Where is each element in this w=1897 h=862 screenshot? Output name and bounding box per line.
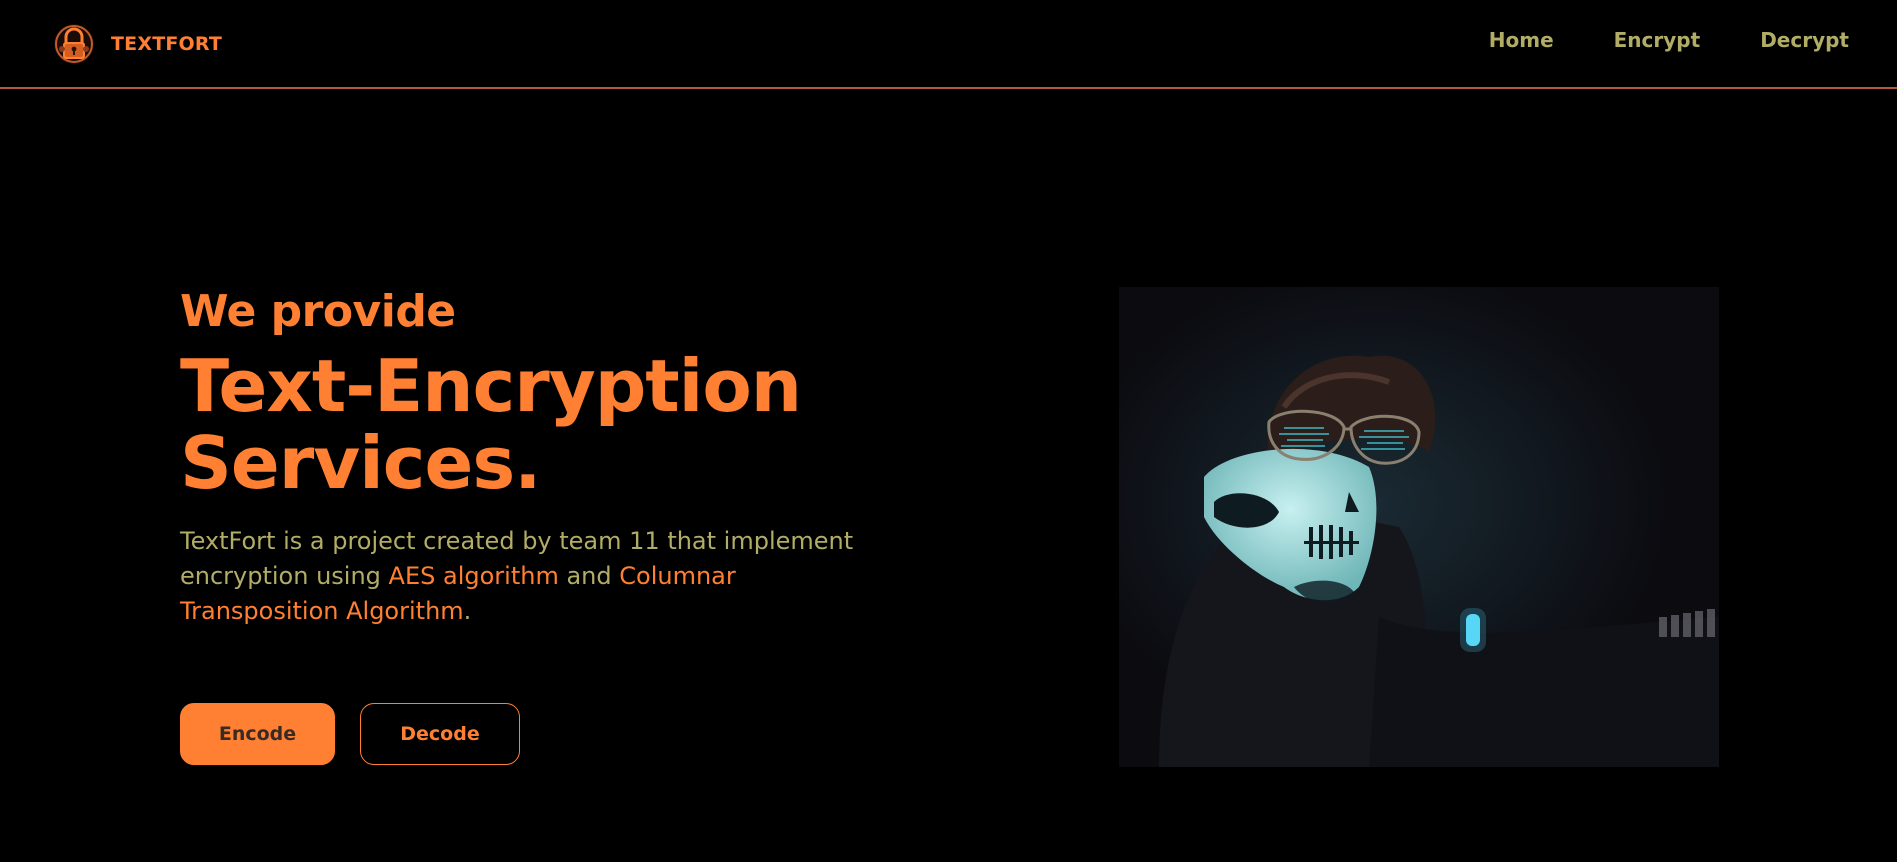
encode-button[interactable]: Encode bbox=[180, 703, 335, 765]
nav-encrypt[interactable]: Encrypt bbox=[1614, 28, 1701, 52]
site-header: TEXTFORT Home Encrypt Decrypt bbox=[0, 0, 1897, 89]
decode-button[interactable]: Decode bbox=[360, 703, 520, 765]
brand-name: TEXTFORT bbox=[111, 33, 223, 55]
hero-headline: Text-Encryption Services. bbox=[180, 348, 940, 502]
hacker-photo bbox=[1119, 287, 1719, 767]
aes-highlight: AES algorithm bbox=[388, 562, 559, 590]
description-text-3: . bbox=[463, 597, 472, 625]
hero-eyebrow: We provide bbox=[180, 286, 456, 337]
hero-buttons: Encode Decode bbox=[180, 703, 520, 765]
nav-decrypt[interactable]: Decrypt bbox=[1760, 28, 1849, 52]
headline-line-2: Services. bbox=[180, 421, 542, 505]
headline-line-1: Text-Encryption bbox=[180, 344, 802, 428]
brand-link[interactable]: TEXTFORT bbox=[53, 23, 222, 65]
padlock-logo-icon bbox=[54, 24, 94, 64]
description-text-2: and bbox=[558, 562, 620, 590]
hero-text: We provide Text-Encryption Services. Tex… bbox=[180, 280, 940, 629]
main-nav: Home Encrypt Decrypt bbox=[1429, 28, 1849, 52]
nav-home[interactable]: Home bbox=[1489, 28, 1554, 52]
hero-description: TextFort is a project created by team 11… bbox=[180, 524, 900, 629]
hero-image bbox=[1119, 287, 1719, 767]
